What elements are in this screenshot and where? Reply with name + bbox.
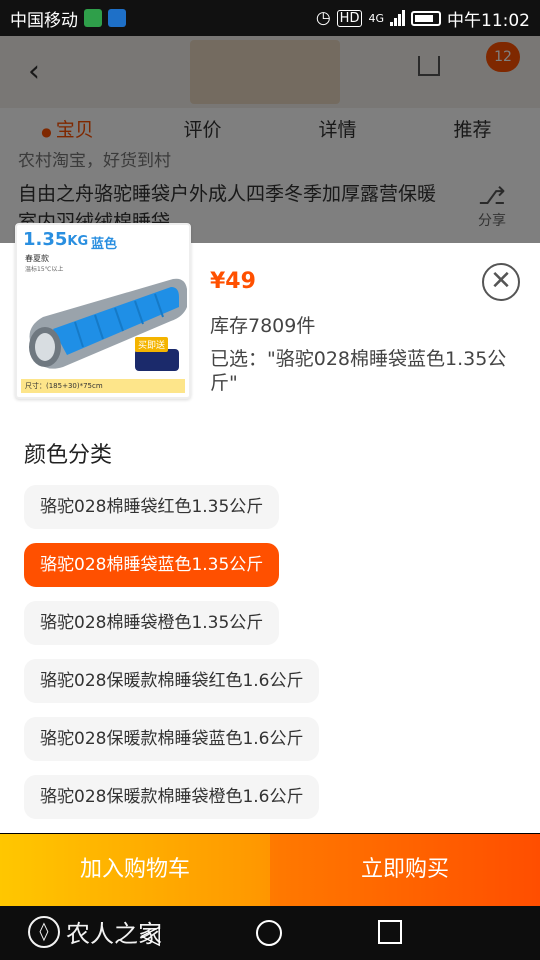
watermark-logo-icon: ◊ <box>28 915 60 948</box>
status-bar: 中国移动 ◷ HD 4G 中午11:02 <box>0 0 540 36</box>
close-icon[interactable]: ✕ <box>482 263 520 301</box>
navigation-bar: ◊ 农人之家 ◁ <box>0 906 540 960</box>
nav-home-icon[interactable] <box>256 920 282 946</box>
price: ¥49 <box>210 269 256 294</box>
battery-icon <box>411 10 441 26</box>
sku-option[interactable]: 骆驼028棉睡袋橙色1.35公斤 <box>24 601 280 645</box>
signal-icon <box>390 10 405 26</box>
thumbnail-size: 尺寸：(185+30)*75cm <box>21 379 185 393</box>
nav-recent-apps-icon[interactable] <box>378 920 402 944</box>
stock-count: 库存7809件 <box>210 315 316 337</box>
hd-icon: HD <box>336 9 363 27</box>
network-type-icon: 4G <box>368 11 384 25</box>
action-bar: 加入购物车 立即购买 <box>0 834 540 906</box>
app-notification-icon <box>84 9 102 27</box>
sku-option[interactable]: 骆驼028保暖款棉睡袋红色1.6公斤 <box>24 659 320 703</box>
sku-sheet: 1.35KG 蓝色 春夏款 温标15℃以上 买即送 尺寸：(185+30)*75… <box>0 223 540 833</box>
sku-option-selected[interactable]: 骆驼028棉睡袋蓝色1.35公斤 <box>24 543 280 587</box>
app-notification-icon-2 <box>108 9 126 27</box>
clock: 中午11:02 <box>447 10 530 31</box>
carrier-label: 中国移动 <box>10 10 78 31</box>
alarm-icon: ◷ <box>315 8 331 28</box>
add-to-cart-button[interactable]: 加入购物车 <box>0 834 270 906</box>
sleeping-bag-image <box>29 278 187 371</box>
sku-option[interactable]: 骆驼028保暖款棉睡袋橙色1.6公斤 <box>24 775 320 819</box>
selected-sku: 已选："骆驼028棉睡袋蓝色1.35公斤" <box>210 348 507 394</box>
thumbnail-season: 春夏款 <box>25 254 49 263</box>
section-title-color: 颜色分类 <box>24 443 113 468</box>
color-options: 骆驼028棉睡袋红色1.35公斤 骆驼028棉睡袋蓝色1.35公斤 骆驼028棉… <box>24 485 524 833</box>
thumbnail-promo: 买即送 <box>135 337 169 352</box>
modal-overlay[interactable] <box>0 36 540 243</box>
thumbnail-weight: 1.35KG <box>23 229 89 250</box>
sku-option[interactable]: 骆驼028棉睡袋红色1.35公斤 <box>24 485 280 529</box>
product-thumbnail: 1.35KG 蓝色 春夏款 温标15℃以上 买即送 尺寸：(185+30)*75… <box>15 223 191 399</box>
thumbnail-color: 蓝色 <box>91 237 118 252</box>
buy-now-button[interactable]: 立即购买 <box>270 834 540 906</box>
sku-option[interactable]: 骆驼028保暖款棉睡袋蓝色1.6公斤 <box>24 717 320 761</box>
nav-back-icon[interactable]: ◁ <box>140 920 160 950</box>
